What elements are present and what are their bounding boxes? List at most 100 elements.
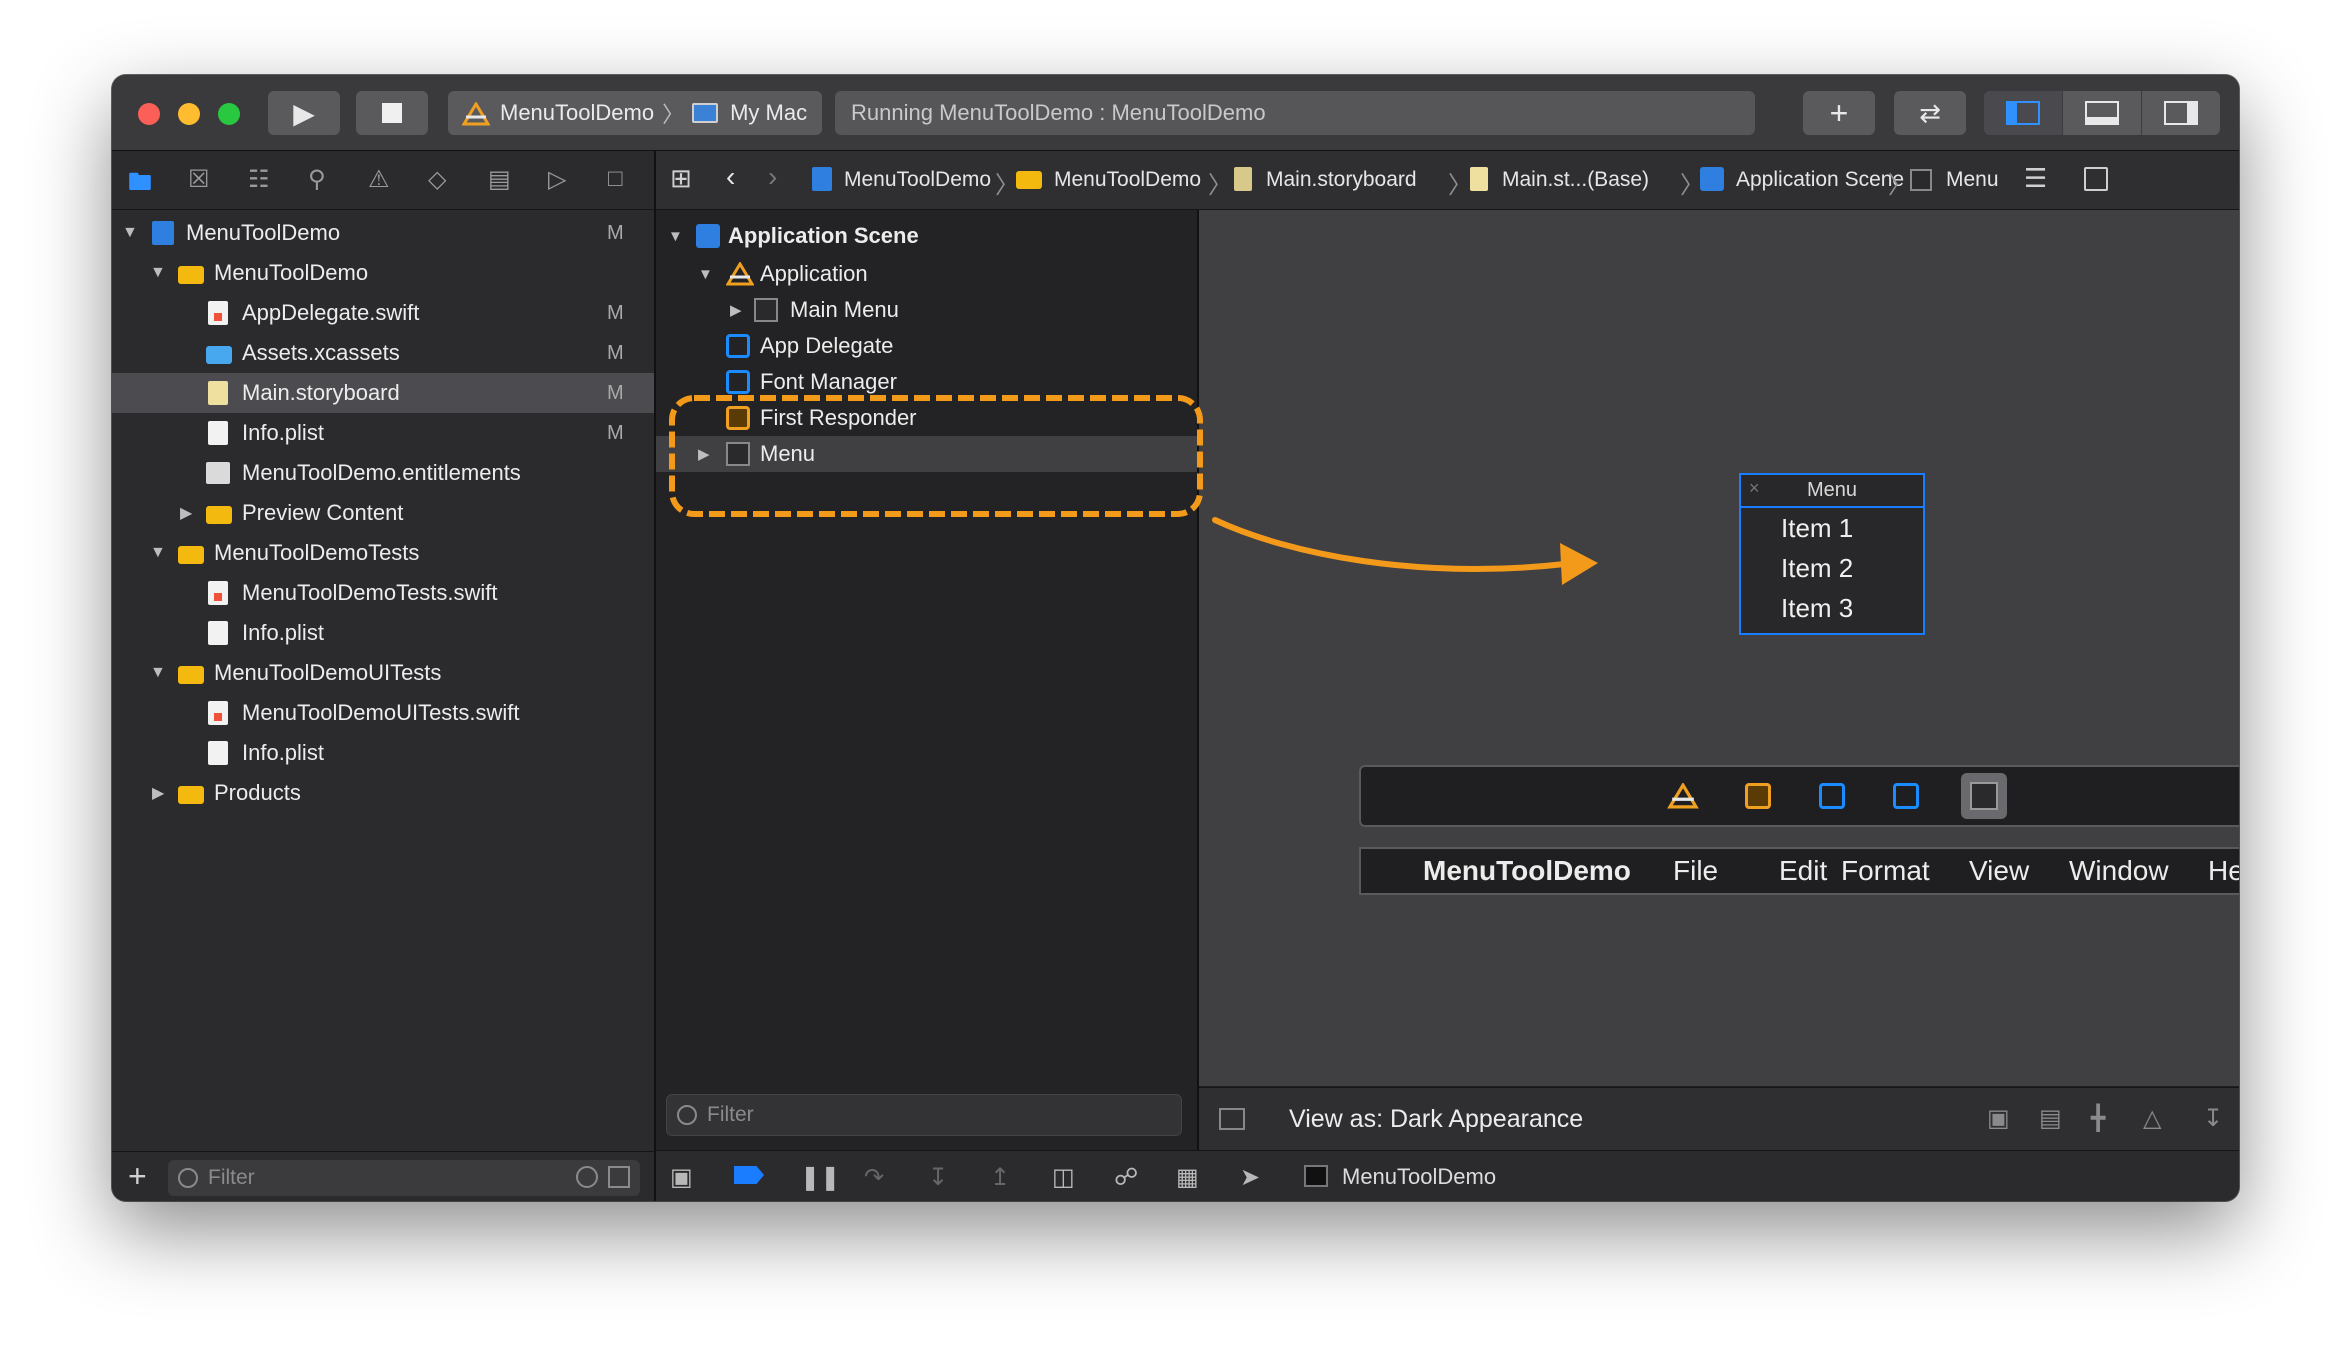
outline-filter-field[interactable]: Filter bbox=[666, 1094, 1182, 1136]
stop-button[interactable] bbox=[356, 91, 428, 135]
menu-preview[interactable]: × Menu Item 1 Item 2 Item 3 bbox=[1739, 473, 1925, 635]
breadcrumb-storyboard[interactable]: Main.storyboard bbox=[1266, 168, 1417, 192]
app-delegate-cube-icon[interactable] bbox=[1819, 783, 1845, 809]
warning-icon[interactable]: ⚠ bbox=[368, 165, 390, 194]
plus-icon: + bbox=[1829, 94, 1849, 131]
outline-item-first-responder[interactable]: First Responder bbox=[656, 400, 1197, 436]
debug-target-name[interactable]: MenuToolDemo bbox=[1342, 1164, 1496, 1190]
toggle-outline-icon[interactable] bbox=[1219, 1108, 1245, 1130]
add-icon[interactable]: + bbox=[128, 1158, 147, 1195]
outline-item-application[interactable]: ▼ Application bbox=[656, 256, 1197, 292]
update-frames-icon[interactable]: ▣ bbox=[1987, 1104, 2010, 1133]
storyboard-canvas[interactable]: × Menu Item 1 Item 2 Item 3 MenuToolDemo… bbox=[1199, 210, 2239, 1086]
tree-item-file-selected[interactable]: Main.storyboard M bbox=[112, 373, 654, 413]
disclosure-open-icon: ▼ bbox=[122, 224, 138, 241]
forward-arrow-icon[interactable]: › bbox=[768, 161, 777, 193]
related-items-icon[interactable]: ⊞ bbox=[670, 163, 692, 194]
menu-item[interactable]: Item 1 bbox=[1741, 508, 1923, 548]
search-icon[interactable]: ⚲ bbox=[308, 165, 326, 194]
outline-item-menu[interactable]: ▶ Menu bbox=[656, 436, 1197, 472]
tree-item-file[interactable]: Info.plist bbox=[112, 613, 654, 653]
menubar-app-name[interactable]: MenuToolDemo bbox=[1423, 855, 1631, 887]
toggle-inspector-button[interactable] bbox=[2142, 91, 2220, 135]
step-over-icon[interactable]: ↷ bbox=[864, 1163, 884, 1192]
debug-icon[interactable]: ▤ bbox=[488, 165, 511, 194]
outline-item-font-manager[interactable]: Font Manager bbox=[656, 364, 1197, 400]
tree-item-file[interactable]: Info.plist bbox=[112, 733, 654, 773]
tree-item-group[interactable]: ▼ MenuToolDemoUITests bbox=[112, 653, 654, 693]
menubar-item-help[interactable]: Help bbox=[2208, 855, 2239, 887]
environment-overrides-icon[interactable]: ▦ bbox=[1176, 1163, 1199, 1192]
tree-item-file[interactable]: AppDelegate.swift M bbox=[112, 293, 654, 333]
back-arrow-icon[interactable]: ‹ bbox=[726, 161, 735, 193]
embed-in-icon[interactable]: ↧ bbox=[2203, 1104, 2223, 1133]
tree-item-file[interactable]: Info.plist M bbox=[112, 413, 654, 453]
pause-icon[interactable]: ❚❚ bbox=[800, 1163, 840, 1192]
application-icon[interactable] bbox=[1667, 782, 1699, 814]
minimize-window-button[interactable] bbox=[178, 103, 200, 125]
menubar-item-format[interactable]: Format bbox=[1841, 855, 1930, 887]
tree-item-file[interactable]: Assets.xcassets M bbox=[112, 333, 654, 373]
navigator-filter-field[interactable]: Filter bbox=[168, 1160, 640, 1196]
project-navigator: 🖿 ☒ ☷ ⚲ ⚠ ◇ ▤ ▷ □ ▼ MenuToolDemo M ▼ Men… bbox=[112, 151, 656, 1201]
tree-item-group[interactable]: ▼ MenuToolDemoTests bbox=[112, 533, 654, 573]
breadcrumb-scene[interactable]: Application Scene bbox=[1736, 168, 1904, 192]
menu-item[interactable]: Item 2 bbox=[1741, 548, 1923, 588]
tree-item-group[interactable]: ▼ MenuToolDemo bbox=[112, 253, 654, 293]
code-review-button[interactable]: ⇄ bbox=[1894, 91, 1966, 135]
close-window-button[interactable] bbox=[138, 103, 160, 125]
toggle-debug-area-button[interactable] bbox=[2063, 91, 2142, 135]
source-control-icon[interactable]: ☒ bbox=[188, 165, 210, 194]
stop-icon bbox=[382, 103, 402, 123]
outline-item-scene[interactable]: ▼ Application Scene bbox=[656, 216, 1197, 256]
tree-item-group[interactable]: ▶ Preview Content bbox=[112, 493, 654, 533]
menubar-item-edit[interactable]: Edit bbox=[1779, 855, 1827, 887]
tree-item-label: Info.plist bbox=[242, 420, 324, 445]
outline-item-app-delegate[interactable]: App Delegate bbox=[656, 328, 1197, 364]
toggle-navigator-button[interactable] bbox=[1984, 91, 2063, 135]
lines-menu-icon[interactable]: ☰ bbox=[2024, 163, 2047, 194]
test-icon[interactable]: ◇ bbox=[428, 165, 446, 194]
folder-icon bbox=[206, 505, 232, 524]
breadcrumb-localization[interactable]: Main.st...(Base) bbox=[1502, 168, 1649, 192]
run-button[interactable]: ▶ bbox=[268, 91, 340, 135]
breadcrumb-group[interactable]: MenuToolDemo bbox=[1054, 168, 1201, 192]
menubar-item-window[interactable]: Window bbox=[2069, 855, 2169, 887]
breakpoints-toggle-icon[interactable] bbox=[734, 1166, 764, 1184]
chevron-right-icon: 〉 bbox=[1208, 172, 1232, 199]
view-hierarchy-icon[interactable]: ◫ bbox=[1052, 1163, 1075, 1192]
menu-item[interactable]: Item 3 bbox=[1741, 588, 1923, 628]
tree-item-file[interactable]: MenuToolDemoUITests.swift bbox=[112, 693, 654, 733]
memory-graph-icon[interactable]: ☍ bbox=[1114, 1163, 1138, 1192]
breadcrumb-project[interactable]: MenuToolDemo bbox=[844, 168, 991, 192]
tree-item-file[interactable]: MenuToolDemo.entitlements bbox=[112, 453, 654, 493]
folder-icon[interactable]: 🖿 bbox=[128, 165, 152, 206]
library-button[interactable]: + bbox=[1803, 91, 1875, 135]
tree-item-project[interactable]: ▼ MenuToolDemo M bbox=[112, 213, 654, 253]
step-out-icon[interactable]: ↥ bbox=[990, 1163, 1010, 1192]
zoom-window-button[interactable] bbox=[218, 103, 240, 125]
tree-item-file[interactable]: MenuToolDemoTests.swift bbox=[112, 573, 654, 613]
symbol-icon[interactable]: ☷ bbox=[248, 165, 270, 194]
font-manager-cube-icon[interactable] bbox=[1893, 783, 1919, 809]
report-icon[interactable]: □ bbox=[608, 165, 623, 193]
view-as-appearance[interactable]: View as: Dark Appearance bbox=[1289, 1105, 1583, 1134]
menubar-item-file[interactable]: File bbox=[1673, 855, 1718, 887]
add-editor-icon[interactable] bbox=[2084, 167, 2108, 191]
menu-object-icon[interactable] bbox=[1961, 773, 2007, 819]
resolve-issues-icon[interactable]: △ bbox=[2143, 1104, 2161, 1133]
add-constraints-icon[interactable]: ╋ bbox=[2091, 1104, 2105, 1133]
first-responder-cube-icon[interactable] bbox=[1745, 783, 1771, 809]
breadcrumb-menu[interactable]: Menu bbox=[1946, 168, 1999, 192]
scheme-selector[interactable]: MenuToolDemo 〉 My Mac bbox=[448, 91, 822, 135]
outline-item-main-menu[interactable]: ▶ Main Menu bbox=[656, 292, 1197, 328]
step-into-icon[interactable]: ↧ bbox=[928, 1163, 948, 1192]
recent-clock-icon[interactable] bbox=[576, 1166, 598, 1188]
location-icon[interactable]: ➤ bbox=[1240, 1163, 1260, 1192]
breakpoint-icon[interactable]: ▷ bbox=[548, 165, 566, 194]
hide-debug-area-icon[interactable]: ▣ bbox=[670, 1163, 693, 1192]
menubar-item-view[interactable]: View bbox=[1969, 855, 2029, 887]
scm-filter-icon[interactable] bbox=[608, 1166, 630, 1188]
tree-item-group[interactable]: ▶ Products bbox=[112, 773, 654, 813]
align-icon[interactable]: ▤ bbox=[2039, 1104, 2062, 1133]
